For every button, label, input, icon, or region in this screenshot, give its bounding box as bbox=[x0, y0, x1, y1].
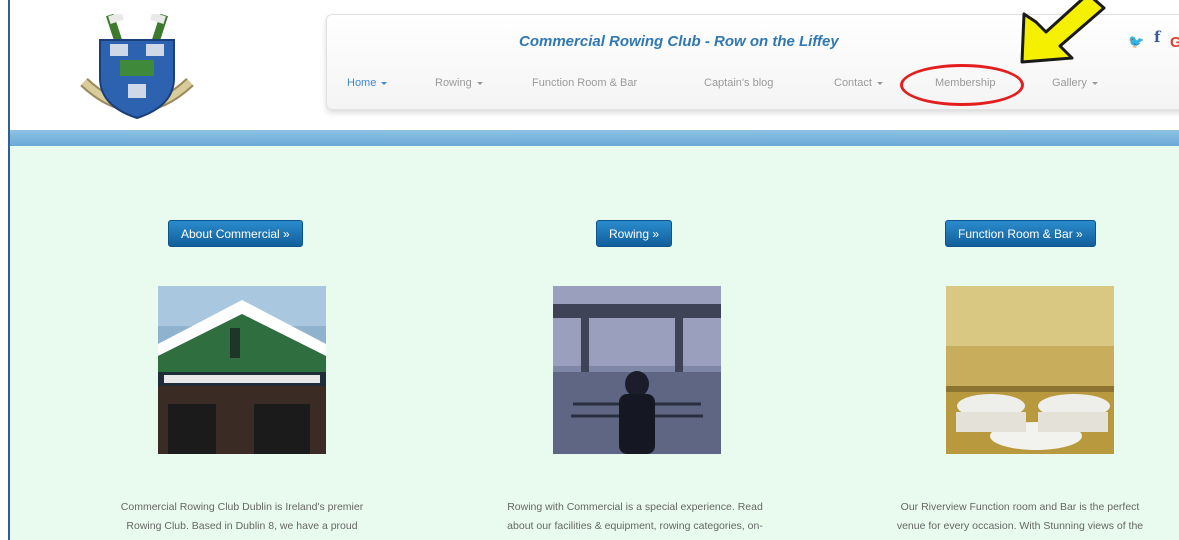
function-room-bar-button[interactable]: Function Room & Bar » bbox=[945, 220, 1096, 247]
caption-line: Our Riverview Function room and Bar is t… bbox=[900, 501, 1140, 513]
club-crest-logo[interactable] bbox=[72, 14, 202, 126]
club-building-photo[interactable] bbox=[158, 286, 326, 454]
caret-down-icon bbox=[1091, 81, 1098, 85]
facebook-icon[interactable]: f bbox=[1154, 28, 1160, 46]
function-room-photo[interactable] bbox=[946, 286, 1114, 454]
header-divider-band bbox=[10, 130, 1179, 146]
membership-highlight-circle bbox=[900, 64, 1024, 106]
nav-item-label: Contact bbox=[834, 77, 872, 89]
nav-item-label: Home bbox=[347, 77, 377, 89]
nav-item-contact[interactable]: Contact bbox=[834, 77, 883, 89]
rower-on-river-photo[interactable] bbox=[553, 286, 721, 454]
nav-item-home[interactable]: Home bbox=[347, 77, 388, 89]
caption-line: venue for every occasion. With Stunning … bbox=[896, 520, 1144, 532]
caption-line: Commercial Rowing Club Dublin is Ireland… bbox=[120, 501, 364, 513]
caption-line: Rowing with Commercial is a special expe… bbox=[507, 501, 763, 513]
site-title[interactable]: Commercial Rowing Club - Row on the Liff… bbox=[519, 33, 839, 50]
pointer-arrow-icon bbox=[1020, 0, 1106, 64]
function-room-caption: Our Riverview Function room and Bar is t… bbox=[850, 498, 1179, 536]
nav-item-label: Function Room & Bar bbox=[532, 77, 638, 89]
caret-down-icon bbox=[476, 81, 483, 85]
nav-item-label: Captain's blog bbox=[704, 77, 774, 89]
rowing-button[interactable]: Rowing » bbox=[596, 220, 673, 247]
site-header: Commercial Rowing Club - Row on the Liff… bbox=[10, 0, 1179, 130]
main-content: About Commercial » Commercial Rowing Clu… bbox=[10, 146, 1179, 540]
rowing-caption: Rowing with Commercial is a special expe… bbox=[465, 498, 805, 536]
nav-item-label: Rowing bbox=[435, 77, 472, 89]
nav-item-function-room-bar[interactable]: Function Room & Bar bbox=[532, 77, 637, 89]
about-commercial-button[interactable]: About Commercial » bbox=[168, 220, 303, 247]
caption-line: about our facilities & equipment, rowing… bbox=[507, 520, 763, 532]
browser-page: Commercial Rowing Club - Row on the Liff… bbox=[0, 0, 1179, 540]
twitter-icon[interactable]: 🐦 bbox=[1128, 34, 1144, 50]
nav-item-rowing[interactable]: Rowing bbox=[435, 77, 483, 89]
caret-down-icon bbox=[381, 81, 388, 85]
window-border bbox=[8, 0, 10, 540]
google-plus-icon[interactable]: G bbox=[1170, 34, 1179, 51]
caption-line: Rowing Club. Based in Dublin 8, we have … bbox=[126, 520, 358, 532]
about-caption: Commercial Rowing Club Dublin is Ireland… bbox=[72, 498, 412, 536]
caret-down-icon bbox=[876, 81, 883, 85]
nav-item-gallery[interactable]: Gallery bbox=[1052, 77, 1098, 89]
nav-item-label: Gallery bbox=[1052, 77, 1087, 89]
nav-item-captains-blog[interactable]: Captain's blog bbox=[704, 77, 773, 89]
